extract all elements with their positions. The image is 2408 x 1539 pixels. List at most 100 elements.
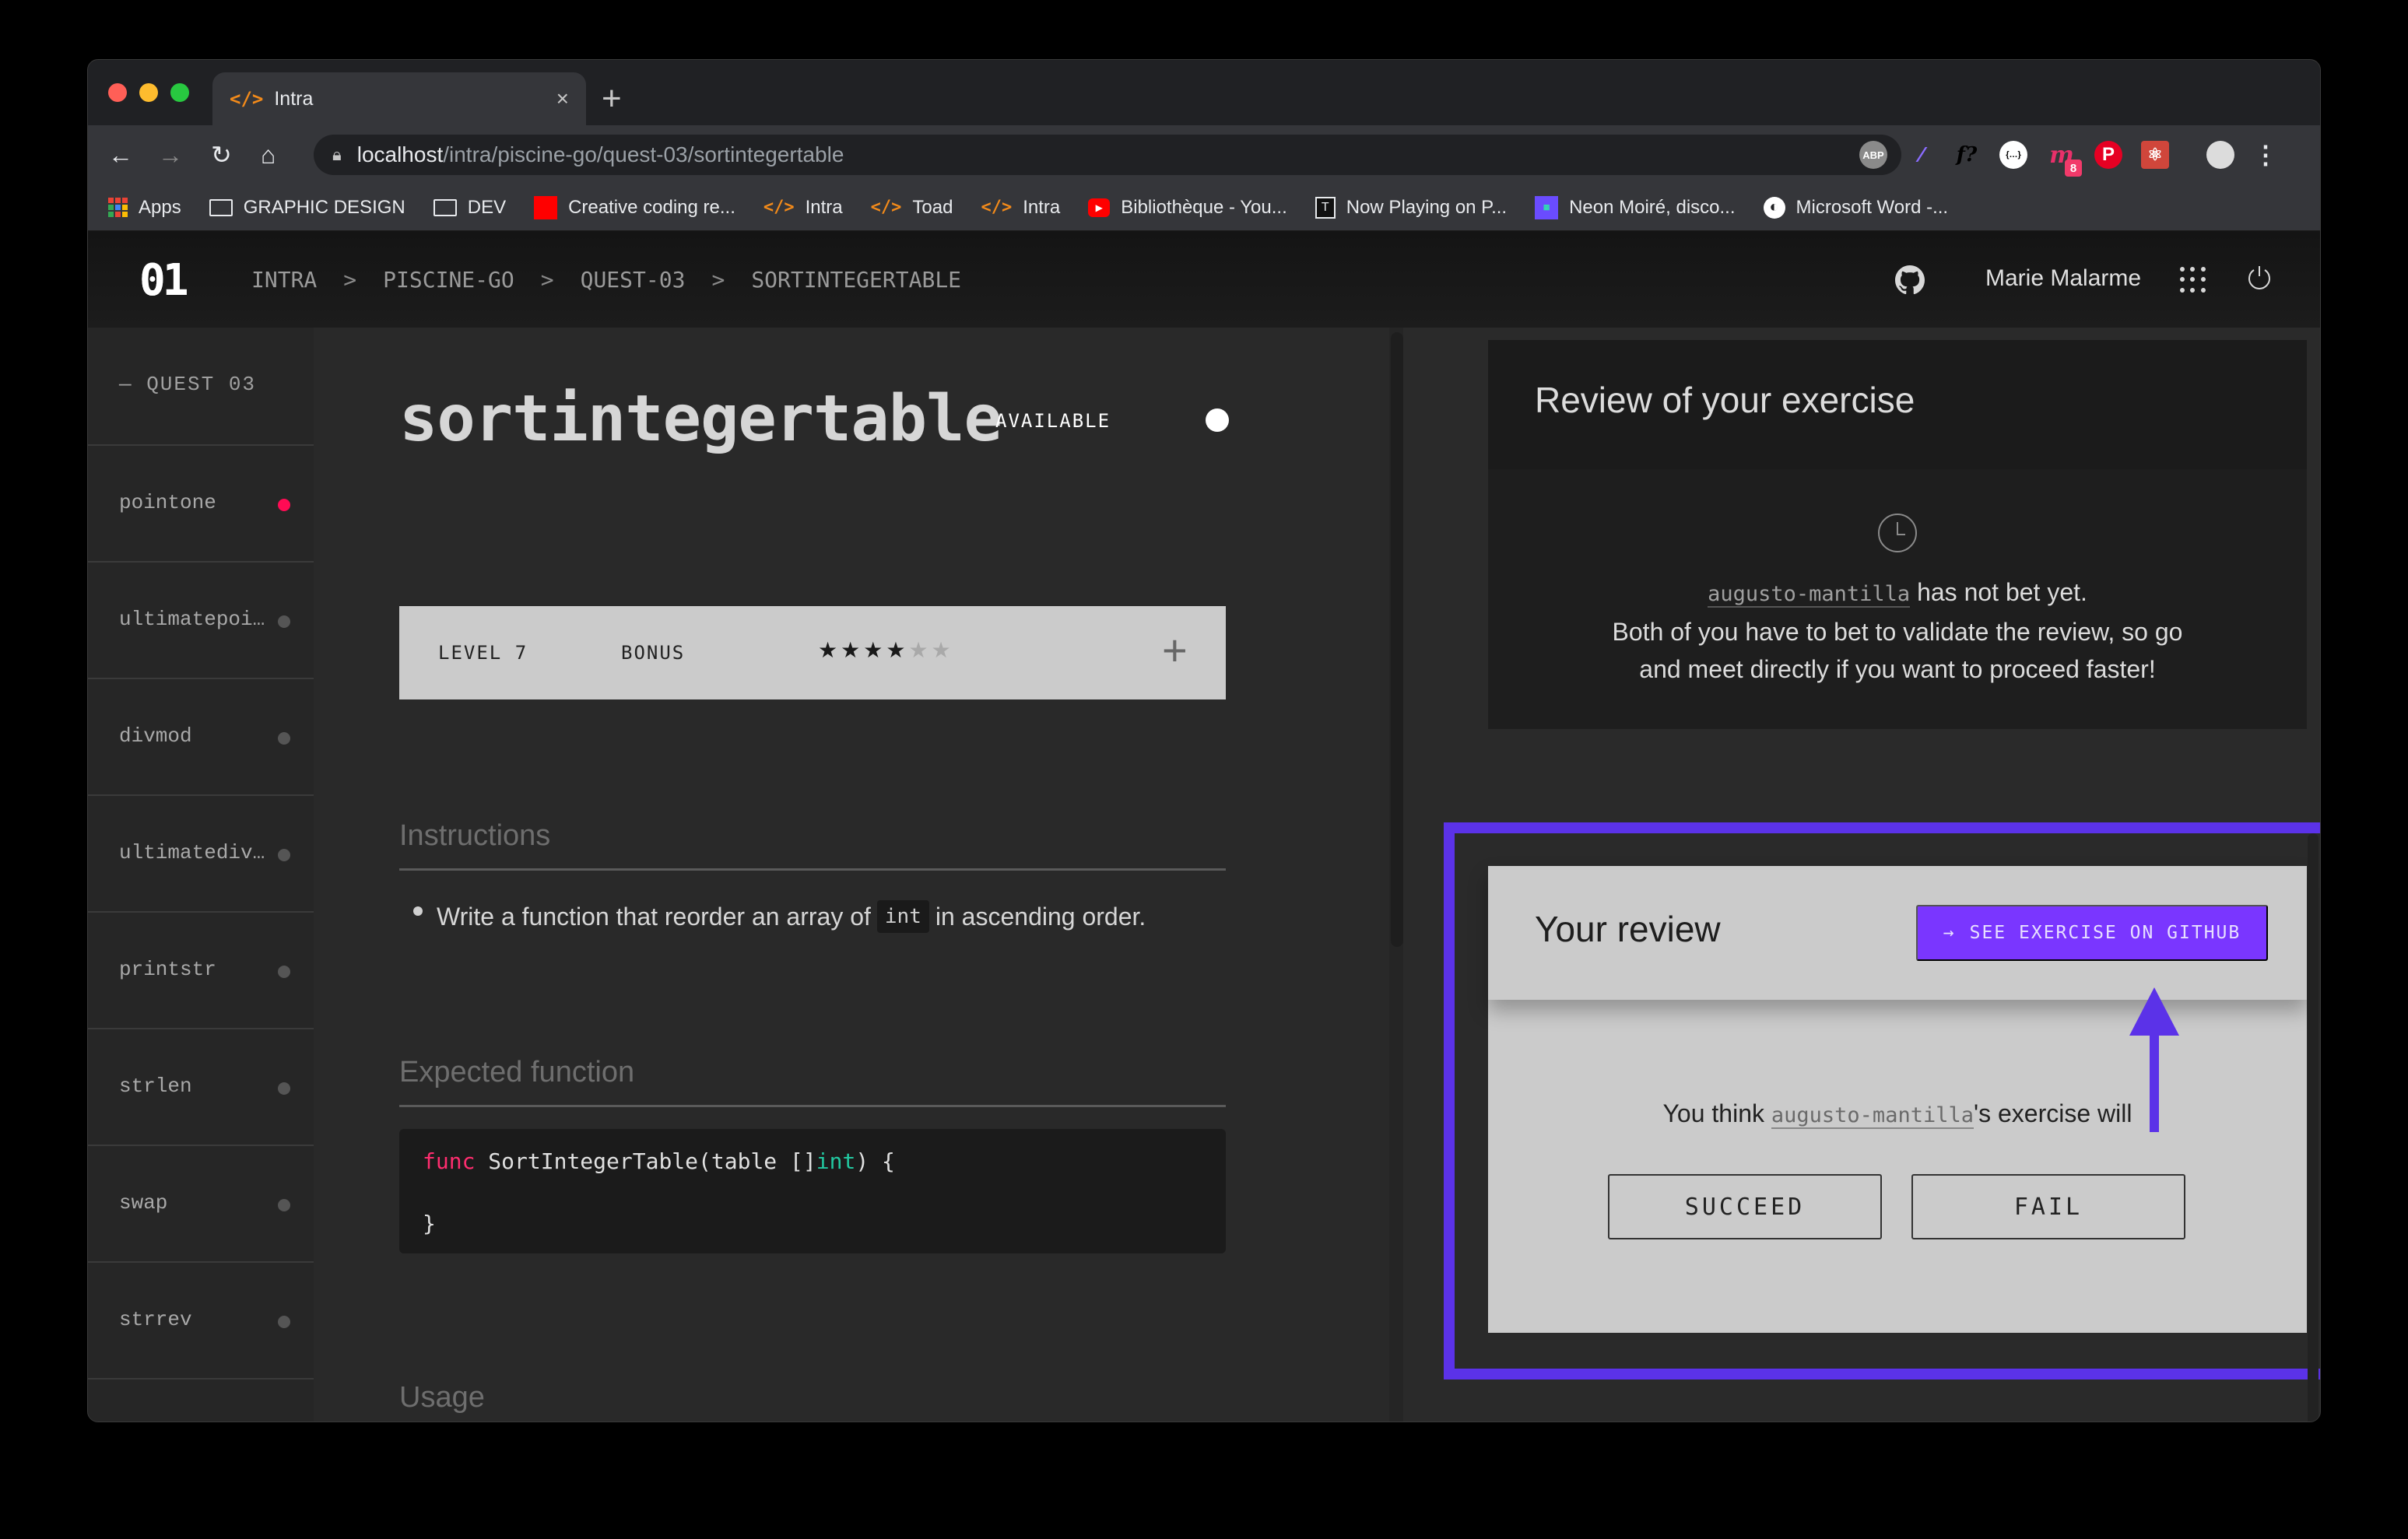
bookmark-microsoft-word[interactable]: ◐ Microsoft Word -... <box>1763 196 1948 219</box>
fail-button[interactable]: FAIL <box>1911 1174 2185 1239</box>
url-path: /intra/piscine-go/quest-03/sortintegerta… <box>443 142 844 167</box>
sidebar-item-swap[interactable]: swap <box>88 1146 314 1263</box>
folder-icon <box>209 198 233 216</box>
react-devtools-icon[interactable]: ⚛ <box>2141 141 2169 169</box>
reviewee-username[interactable]: augusto-mantilla <box>1771 1103 1974 1129</box>
url-host: localhost <box>356 142 444 167</box>
status-indicator-dot <box>1206 408 1229 432</box>
address-bar[interactable]: 🔒︎ localhost /intra/piscine-go/quest-03/… <box>314 135 1901 175</box>
sidebar-item-label: swap <box>119 1191 168 1215</box>
your-review-title: Your review <box>1535 909 1721 949</box>
sidebar-item-label: pointone <box>119 491 216 514</box>
review-message-line: and meet directly if you want to proceed… <box>1639 655 2156 683</box>
eyedropper-icon[interactable]: ⁄ <box>1908 141 1936 169</box>
breadcrumb-separator: > <box>343 267 357 293</box>
bullet-icon <box>413 906 423 916</box>
browser-menu-icon[interactable]: ⋮ <box>2252 141 2280 169</box>
code-keyword: func <box>423 1148 476 1174</box>
breadcrumb-separator: > <box>540 267 554 293</box>
sidebar-item-pointone[interactable]: pointone <box>88 446 314 563</box>
sidebar-item-strlen[interactable]: strlen <box>88 1029 314 1146</box>
status-dot <box>278 615 290 628</box>
breadcrumb-quest-03[interactable]: QUEST-03 <box>581 267 686 293</box>
t-box-icon: T <box>1315 196 1336 219</box>
new-tab-button[interactable]: + <box>602 77 622 121</box>
breadcrumb-piscine-go[interactable]: PISCINE-GO <box>383 267 514 293</box>
breadcrumb-intra[interactable]: INTRA <box>251 267 317 293</box>
pinterest-icon[interactable]: P <box>2094 141 2122 169</box>
github-icon[interactable] <box>1895 265 1925 295</box>
sidebar-item-ultimatepointone[interactable]: ultimatepoi… <box>88 563 314 679</box>
back-icon[interactable]: ← <box>108 136 133 174</box>
home-icon[interactable]: ⌂ <box>261 136 276 174</box>
sidebar-item-label: strlen <box>119 1074 192 1098</box>
code-closing: } <box>423 1211 436 1236</box>
bonus-label: BONUS <box>621 642 686 664</box>
right-scrollbar-thumb[interactable] <box>2308 833 2318 1422</box>
bookmark-graphic-design[interactable]: GRAPHIC DESIGN <box>209 197 405 219</box>
adblock-plus-icon[interactable]: ABP <box>1859 141 1887 169</box>
prompt-before: You think <box>1662 1099 1764 1127</box>
sidebar-item-ultimatedivmod[interactable]: ultimatediv… <box>88 796 314 913</box>
instruction-item: Write a function that reorder an array o… <box>413 900 1146 933</box>
sidebar-item-label: divmod <box>119 724 192 748</box>
bookmark-youtube[interactable]: ▶ Bibliothèque - You... <box>1088 197 1287 219</box>
close-window-button[interactable] <box>108 83 127 102</box>
bookmark-dev[interactable]: DEV <box>433 196 507 219</box>
browser-tab[interactable]: </> Intra × <box>212 72 586 125</box>
succeed-button[interactable]: SUCCEED <box>1608 1174 1882 1239</box>
whatfont-icon[interactable]: f? <box>1953 141 1981 169</box>
status-dot <box>278 1316 290 1328</box>
sidebar-item-divmod[interactable]: divmod <box>88 679 314 796</box>
bookmark-now-playing[interactable]: T Now Playing on P... <box>1315 196 1507 219</box>
bookmark-apps[interactable]: Apps <box>108 197 181 219</box>
red-square-icon <box>534 195 558 219</box>
minimize-window-button[interactable] <box>139 83 158 102</box>
breadcrumb-separator: > <box>711 267 725 293</box>
difficulty-rating: ★★★★★★ <box>818 637 954 663</box>
reload-icon[interactable]: ↻ <box>211 136 232 174</box>
code-icon: </> <box>763 198 795 217</box>
maximize-window-button[interactable] <box>170 83 189 102</box>
bookmark-label: Intra <box>1023 196 1061 218</box>
bookmark-intra[interactable]: </> Intra <box>763 197 843 219</box>
sidebar-section-title[interactable]: — QUEST 03 <box>88 328 314 446</box>
sidebar-item-strrev[interactable]: strrev <box>88 1263 314 1379</box>
instruction-text-before: Write a function that reorder an array o… <box>437 902 871 931</box>
see-exercise-on-github-button[interactable]: → SEE EXERCISE ON GITHUB <box>1916 905 2268 961</box>
sidebar-item-printstr[interactable]: printstr <box>88 913 314 1029</box>
apps-grid-icon <box>108 198 128 217</box>
bookmark-toad[interactable]: </> Toad <box>871 197 953 219</box>
bookmark-neon-moire[interactable]: ▦ Neon Moiré, disco... <box>1535 195 1736 219</box>
folder-icon <box>433 198 457 216</box>
lock-icon: 🔒︎ <box>332 145 342 164</box>
json-viewer-icon[interactable]: {…} <box>1999 141 2027 169</box>
expand-plus-icon[interactable]: + <box>1162 625 1188 675</box>
exercise-panel: sortintegertable AVAILABLE LEVEL 7 BONUS… <box>314 328 1403 1422</box>
left-scrollbar-thumb[interactable] <box>1391 332 1403 947</box>
tab-title: Intra <box>274 87 314 110</box>
star-filled-icon: ★ <box>863 638 886 662</box>
neon-icon: ▦ <box>1535 195 1559 219</box>
not-bet-text: has not bet yet. <box>1917 578 2087 606</box>
logout-power-icon[interactable] <box>2245 264 2273 292</box>
apps-menu-icon[interactable] <box>2180 267 2206 293</box>
arrow-right-icon: → <box>1943 923 1956 943</box>
github-button-label: SEE EXERCISE ON GITHUB <box>1969 923 2241 943</box>
status-label: AVAILABLE <box>995 410 1111 432</box>
bookmark-intra-2[interactable]: </> Intra <box>981 197 1060 219</box>
app-logo[interactable]: 01 <box>139 259 188 303</box>
forward-icon[interactable]: → <box>158 136 183 174</box>
bookmark-label: DEV <box>467 196 507 218</box>
close-tab-icon[interactable]: × <box>556 86 569 111</box>
star-empty-icon: ★ <box>908 638 932 662</box>
sidebar-item-label: printstr <box>119 958 216 981</box>
reviewer-username[interactable]: augusto-mantilla <box>1708 582 1911 608</box>
user-name[interactable]: Marie Malarme <box>1985 265 2141 292</box>
section-heading-instructions: Instructions <box>399 819 1226 871</box>
status-dot <box>278 849 290 861</box>
breadcrumb-sortintegertable[interactable]: SORTINTEGERTABLE <box>751 267 961 293</box>
bookmark-creative-coding[interactable]: Creative coding re... <box>534 195 735 219</box>
profile-avatar[interactable] <box>2206 141 2234 169</box>
clock-icon <box>1878 514 1917 552</box>
